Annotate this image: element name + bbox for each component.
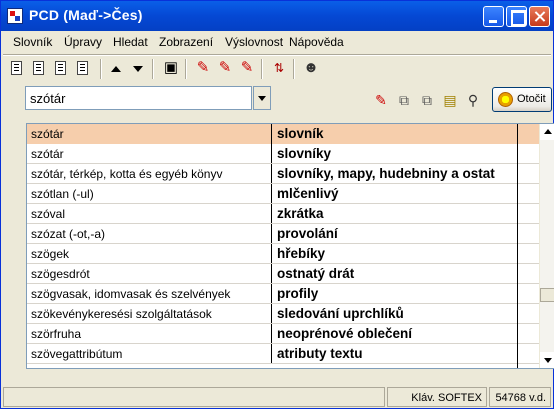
swap-icon: [498, 92, 513, 107]
title-bar[interactable]: PCD (Maď->Čes): [1, 1, 553, 31]
czech-translation: hřebíky: [277, 246, 326, 261]
menu-vyslovnost[interactable]: Výslovnost: [225, 35, 283, 49]
document-icon[interactable]: [11, 61, 22, 75]
hungarian-term: szögvasak, idomvasak és szelvények: [27, 284, 272, 304]
hungarian-term: szótlan (-ul): [27, 184, 272, 204]
status-keyboard: Kláv. SOFTEX: [387, 387, 487, 407]
marker-icon[interactable]: ✎: [193, 59, 213, 77]
toolbar-separator: [293, 59, 295, 79]
vertical-scrollbar[interactable]: [539, 124, 554, 368]
menu-zobrazeni[interactable]: Zobrazení: [159, 35, 213, 49]
czech-translation: slovníky: [277, 146, 332, 161]
czech-translation: atributy textu: [277, 346, 363, 361]
czech-translation: slovník: [277, 126, 324, 141]
window-title: PCD (Maď->Čes): [29, 7, 143, 23]
czech-translation: zkrátka: [277, 206, 324, 221]
dictionary-list[interactable]: szótár slovník szótár slovníky szótár, térké…: [26, 123, 554, 369]
hungarian-term: szózat (-ot,-a): [27, 224, 272, 244]
menu-upravy[interactable]: Úpravy: [64, 35, 102, 49]
menu-slovnik[interactable]: Slovník: [13, 35, 52, 49]
toolbar-separator: [100, 59, 102, 79]
status-bar: Kláv. SOFTEX 54768 v.d.: [1, 385, 553, 409]
czech-translation: sledování uprchlíků: [277, 306, 404, 321]
list-row[interactable]: szótár, térkép, kotta és egyéb könyv slov…: [27, 164, 539, 184]
hungarian-term: szögesdrót: [27, 264, 272, 284]
auto-translate-icon[interactable]: ⇅: [269, 59, 289, 77]
app-icon[interactable]: [7, 8, 23, 24]
czech-translation: ostnatý drát: [277, 266, 355, 281]
scroll-up-button[interactable]: [540, 124, 554, 140]
minimize-button[interactable]: [483, 6, 504, 27]
copy-icon[interactable]: ⧉: [394, 90, 414, 110]
document-icon[interactable]: [33, 61, 44, 75]
menu-napoveda[interactable]: Nápověda: [289, 35, 344, 49]
paste-icon[interactable]: ⧉: [417, 90, 437, 110]
hungarian-term: szóval: [27, 204, 272, 224]
hungarian-term: szótár, térkép, kotta és egyéb könyv: [27, 164, 272, 184]
toolbar-separator: [261, 59, 263, 79]
czech-translation: provolání: [277, 226, 338, 241]
menu-separator: [3, 54, 551, 56]
toolbar: ▣ ✎ ✎ ✎ ⇅ ☻: [5, 57, 551, 81]
hungarian-term: szörfruha: [27, 324, 272, 344]
document-icon[interactable]: [77, 61, 88, 75]
search-icon[interactable]: ⚲: [463, 90, 483, 110]
list-row[interactable]: szótár slovník: [27, 124, 539, 144]
arrow-down-icon[interactable]: [133, 66, 143, 72]
search-input[interactable]: szótár: [25, 86, 252, 110]
hungarian-term: szótár: [27, 124, 272, 144]
search-dropdown-button[interactable]: [253, 86, 271, 110]
czech-translation: mlčenlivý: [277, 186, 339, 201]
list-row[interactable]: szövegattribútum atributy textu: [27, 344, 539, 364]
column-divider[interactable]: [517, 124, 518, 368]
document-icon[interactable]: [55, 61, 66, 75]
list-row[interactable]: szögek hřebíky: [27, 244, 539, 264]
toolbar-separator: [152, 59, 154, 79]
list-row[interactable]: szörfruha neoprénové oblečení: [27, 324, 539, 344]
scroll-thumb[interactable]: [540, 288, 554, 302]
list-row[interactable]: szóval zkrátka: [27, 204, 539, 224]
czech-translation: neoprénové oblečení: [277, 326, 413, 341]
close-button[interactable]: [529, 6, 550, 27]
otocit-button[interactable]: Otočit: [492, 87, 552, 112]
list-row[interactable]: szótlan (-ul) mlčenlivý: [27, 184, 539, 204]
folder-icon[interactable]: ▤: [440, 90, 460, 110]
list-row[interactable]: szótár slovníky: [27, 144, 539, 164]
marker-icon[interactable]: ✎: [237, 59, 257, 77]
list-row[interactable]: szögvasak, idomvasak és szelvények profil…: [27, 284, 539, 304]
hungarian-term: szögek: [27, 244, 272, 264]
hungarian-term: szövegattribútum: [27, 344, 272, 364]
scroll-down-button[interactable]: [540, 352, 554, 368]
menu-hledat[interactable]: Hledat: [113, 35, 148, 49]
czech-translation: profily: [277, 286, 319, 301]
marker-icon[interactable]: ✎: [215, 59, 235, 77]
list-row[interactable]: szögesdrót ostnatý drát: [27, 264, 539, 284]
toolbar-separator: [185, 59, 187, 79]
hungarian-term: szökevénykeresési szolgáltatások: [27, 304, 272, 324]
row-divider: [27, 363, 539, 364]
hungarian-term: szótár: [27, 144, 272, 164]
arrow-up-icon[interactable]: [111, 66, 121, 72]
app-window: PCD (Maď->Čes) Slovník Úpravy Hledat Zob…: [0, 0, 554, 409]
list-row[interactable]: szózat (-ot,-a) provolání: [27, 224, 539, 244]
marker-icon[interactable]: ✎: [371, 90, 391, 110]
status-count: 54768 v.d.: [489, 387, 551, 407]
maximize-button[interactable]: [506, 6, 527, 27]
speaker-person-icon[interactable]: ☻: [301, 59, 321, 77]
otocit-label: Otočit: [517, 93, 546, 105]
picture-icon[interactable]: ▣: [161, 59, 181, 77]
czech-translation: slovníky, mapy, hudebniny a ostat: [277, 166, 495, 181]
list-row[interactable]: szökevénykeresési szolgáltatások sledován…: [27, 304, 539, 324]
status-main: [3, 387, 385, 407]
